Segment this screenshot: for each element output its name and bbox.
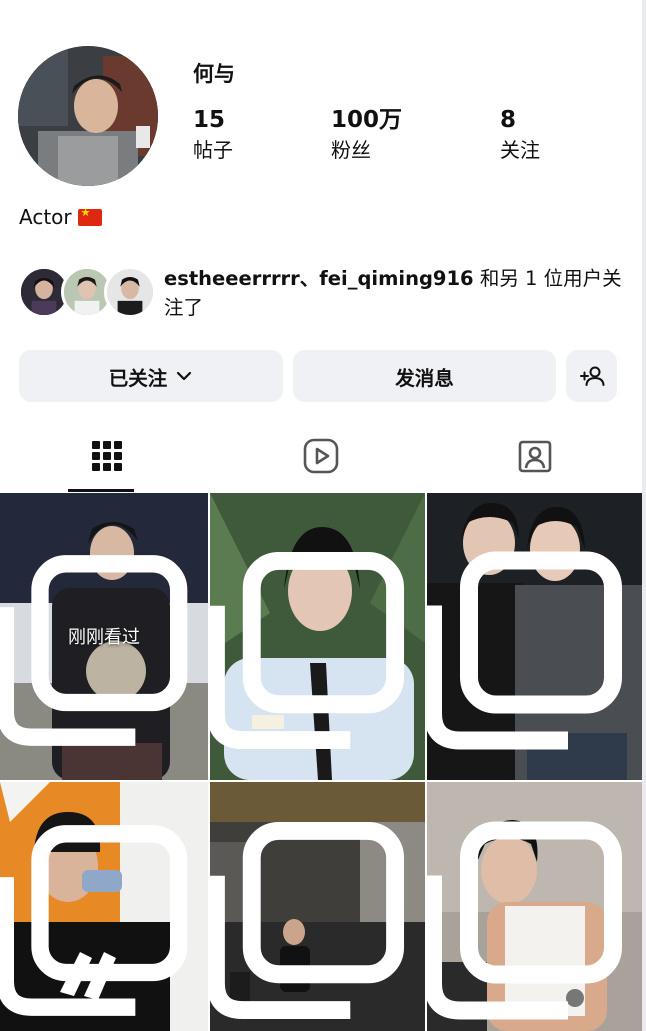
message-button[interactable]: 发消息 (293, 350, 556, 402)
stat-posts-value: 15 (193, 107, 226, 133)
stat-followers-value: 100万 (331, 107, 403, 133)
carousel-icon (0, 825, 188, 1016)
post-thumbnail[interactable] (210, 493, 425, 780)
message-label: 发消息 (395, 366, 454, 390)
post-thumbnail[interactable] (427, 782, 643, 1031)
tab-reels[interactable] (214, 420, 428, 492)
mutual-followers-text[interactable]: estheeerrrrr、fei_qiming916 和另 1 位用户关注了 (164, 264, 624, 322)
scroll-edge (642, 0, 646, 1031)
add-person-icon (579, 366, 604, 386)
carousel-icon (0, 555, 188, 746)
reels-icon (303, 438, 339, 474)
chevron-down-icon (177, 371, 192, 381)
china-flag-icon (77, 206, 102, 226)
profile-avatar[interactable] (18, 46, 158, 186)
mutual-avatars[interactable] (18, 266, 156, 318)
carousel-icon (210, 551, 405, 750)
mutual-avatar (104, 266, 156, 318)
following-label: 已关注 (108, 366, 168, 390)
profile-name: 何与 (193, 62, 235, 86)
carousel-icon (427, 551, 622, 750)
stat-followers-label: 粉丝 (331, 138, 371, 162)
post-thumbnail[interactable] (427, 493, 643, 780)
post-thumbnail[interactable] (0, 782, 208, 1031)
active-tab-indicator (68, 489, 134, 492)
stat-following[interactable]: 8 关注 (500, 104, 540, 164)
tab-tagged[interactable] (428, 420, 642, 492)
carousel-icon (210, 821, 405, 1020)
carousel-icon (427, 821, 622, 1020)
profile-tabs (0, 420, 642, 492)
tagged-icon (518, 440, 552, 473)
following-button[interactable]: 已关注 (19, 350, 283, 402)
stat-following-label: 关注 (500, 138, 540, 162)
profile-bio: Actor (19, 205, 102, 229)
post-thumbnail[interactable]: 刚刚看过 (0, 493, 208, 780)
mutual-usernames[interactable]: estheeerrrrr、fei_qiming916 (164, 267, 474, 290)
stat-following-value: 8 (500, 107, 517, 133)
tab-posts[interactable] (0, 420, 214, 492)
bio-text: Actor (19, 205, 72, 229)
grid-icon (92, 441, 122, 471)
stat-followers[interactable]: 100万 粉丝 (331, 104, 402, 164)
stat-posts[interactable]: 15 帖子 (193, 104, 233, 164)
add-user-button[interactable] (566, 350, 617, 402)
stat-posts-label: 帖子 (193, 138, 233, 162)
post-grid: 刚刚看过 (0, 493, 643, 1031)
post-thumbnail[interactable] (210, 782, 425, 1031)
